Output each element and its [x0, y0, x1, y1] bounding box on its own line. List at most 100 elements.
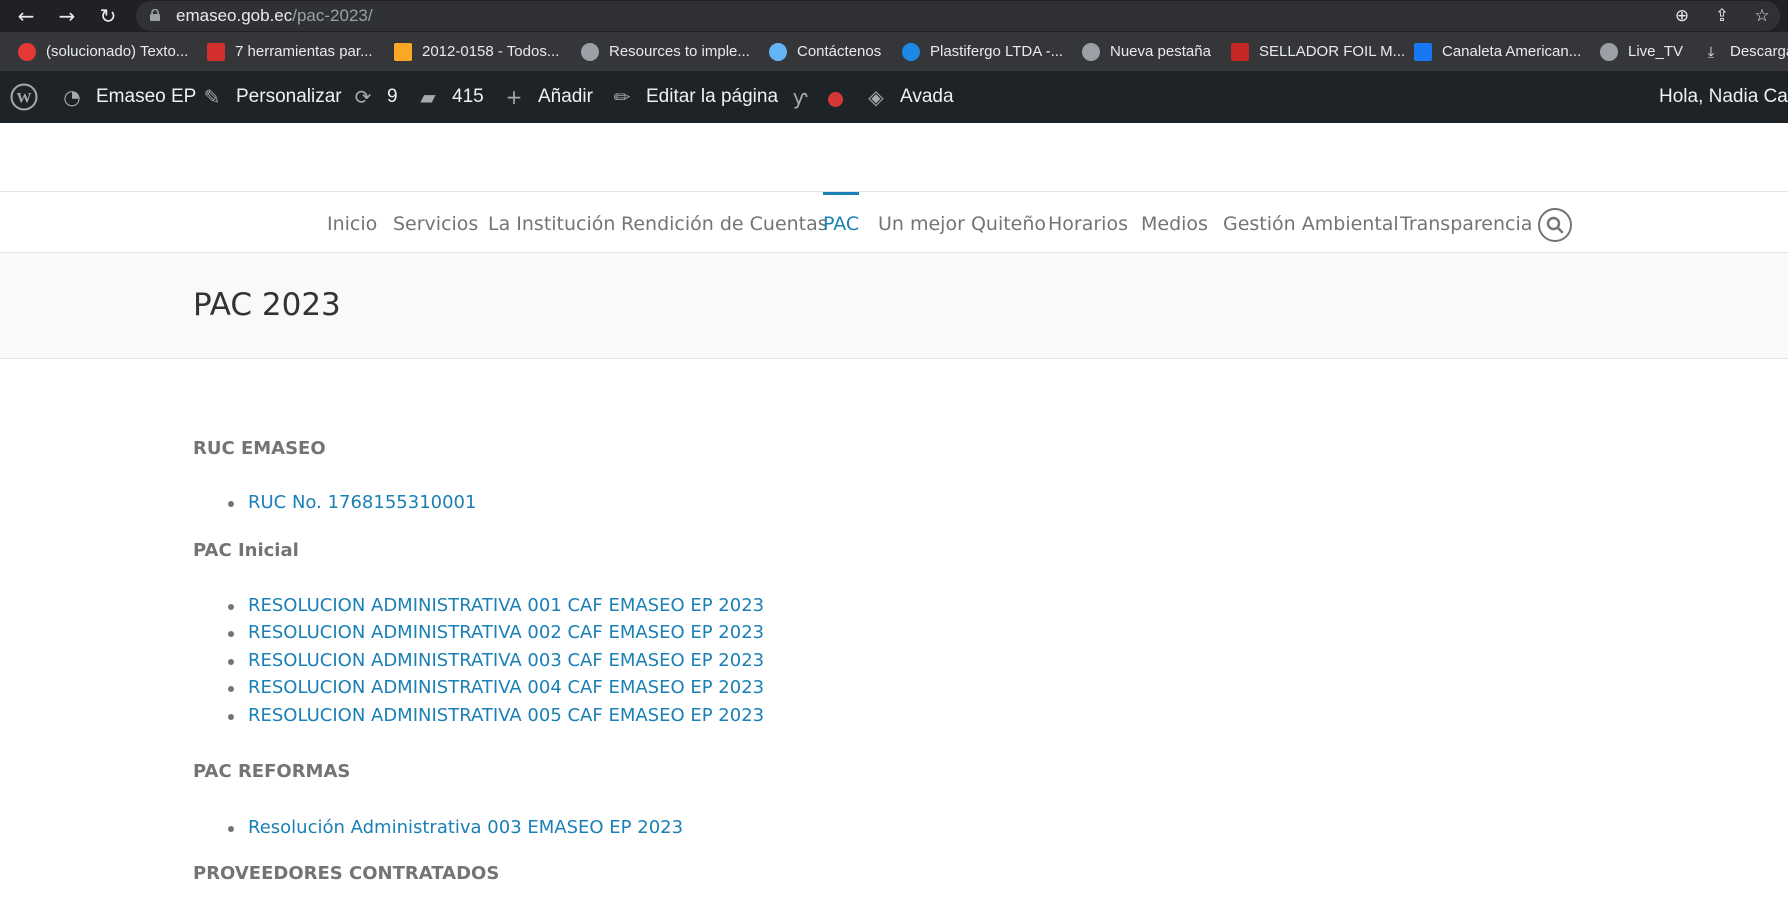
- bookmark-label: Plastifergo LTDA -...: [930, 43, 1064, 60]
- wp-add-new-label: Añadir: [538, 86, 593, 107]
- section-heading-proveedores: PROVEEDORES CONTRATADOS: [193, 863, 500, 884]
- updates-icon: ⟳: [354, 85, 372, 109]
- resolution-link[interactable]: RESOLUCION ADMINISTRATIVA 002 CAF EMASEO…: [248, 622, 764, 643]
- globe-icon: [1600, 42, 1618, 61]
- bookmark-label: 2012-0158 - Todos...: [422, 43, 560, 60]
- bookmark-label: Contáctenos: [797, 43, 882, 60]
- lock-icon: [150, 9, 160, 21]
- url-text: emaseo.gob.ec/pac-2023/: [176, 6, 373, 26]
- resolution-link[interactable]: RESOLUCION ADMINISTRATIVA 004 CAF EMASEO…: [248, 677, 764, 698]
- bookmark-item[interactable]: Nueva pestaña: [1082, 32, 1211, 71]
- yoast-seo-button[interactable]: ƴ: [788, 71, 812, 123]
- url-path: /pac-2023/: [292, 6, 373, 25]
- bullet: [228, 826, 234, 832]
- eye-icon: [902, 42, 920, 61]
- bullet: [228, 631, 234, 637]
- download-icon: ⤓: [1707, 42, 1715, 61]
- reload-icon[interactable]: ↻: [96, 4, 120, 28]
- back-arrow-icon[interactable]: ←: [14, 4, 38, 28]
- comment-bubble-icon: ▰: [420, 85, 436, 109]
- menu-item-horarios[interactable]: Horarios: [1048, 213, 1128, 235]
- wp-updates-button[interactable]: ⟳ 9: [351, 71, 398, 123]
- resolution-link[interactable]: RESOLUCION ADMINISTRATIVA 005 CAF EMASEO…: [248, 705, 764, 726]
- forward-arrow-icon[interactable]: →: [55, 4, 79, 28]
- menu-active-indicator: [823, 192, 859, 195]
- menu-item-la-institucion[interactable]: La Institución: [488, 213, 615, 235]
- wp-comments-button[interactable]: ▰ 415: [416, 71, 483, 123]
- site-icon: [769, 42, 787, 61]
- ruc-link[interactable]: RUC No. 1768155310001: [248, 492, 476, 513]
- bookmark-label: Nueva pestaña: [1110, 43, 1211, 60]
- yoast-icon: ƴ: [792, 85, 808, 109]
- reforma-link[interactable]: Resolución Administrativa 003 EMASEO EP …: [248, 817, 683, 838]
- wp-edit-page-label: Editar la página: [646, 86, 779, 107]
- wp-add-new-button[interactable]: + Añadir: [502, 71, 593, 123]
- bullet: [228, 501, 234, 507]
- url-host: emaseo.gob.ec: [176, 6, 293, 25]
- paintbrush-icon: ✎: [203, 85, 221, 109]
- bookmark-item[interactable]: (solucionado) Texto...: [18, 32, 188, 71]
- bookmark-star-icon[interactable]: ☆: [1752, 6, 1772, 26]
- zoom-icon[interactable]: ⊕: [1672, 6, 1692, 26]
- bookmark-label: Canaleta American...: [1442, 43, 1582, 60]
- browser-address-bar: ← → ↻ emaseo.gob.ec/pac-2023/ ⊕ ⇪ ☆: [0, 0, 1788, 32]
- page-title: PAC 2023: [193, 287, 341, 323]
- section-heading-pac-inicial: PAC Inicial: [193, 540, 299, 561]
- wp-logo-button[interactable]: W: [10, 71, 38, 123]
- menu-item-gestion-ambiental[interactable]: Gestión Ambiental: [1223, 213, 1399, 235]
- share-icon[interactable]: ⇪: [1712, 6, 1732, 26]
- page-icon: [18, 42, 36, 61]
- svg-text:W: W: [17, 91, 32, 107]
- section-heading-ruc: RUC EMASEO: [193, 438, 326, 459]
- bullet: [228, 604, 234, 610]
- menu-item-pac[interactable]: PAC: [823, 213, 859, 235]
- bullet: [228, 686, 234, 692]
- bullet: [228, 659, 234, 665]
- header-divider: [0, 191, 1788, 192]
- bookmark-item[interactable]: Contáctenos: [769, 32, 881, 71]
- wp-customize-button[interactable]: ✎ Personalizar: [200, 71, 342, 123]
- menu-item-un-mejor-quiteno[interactable]: Un mejor Quiteño: [878, 213, 1046, 235]
- wp-edit-page-button[interactable]: ✏ Editar la página: [610, 71, 778, 123]
- bookmark-item[interactable]: Resources to imple...: [581, 32, 750, 71]
- image-icon: [1231, 42, 1249, 61]
- bookmark-item[interactable]: Live_TV: [1600, 32, 1683, 71]
- site-search-button[interactable]: [1538, 208, 1572, 242]
- wp-site-name-button[interactable]: ◔ Emaseo EP: [60, 71, 196, 123]
- wp-account-menu[interactable]: Hola, Nadia Carr: [1659, 71, 1788, 123]
- bookmark-item[interactable]: Canaleta American...: [1414, 32, 1581, 71]
- ch-logo-icon: [207, 42, 225, 61]
- avada-layers-icon: ◈: [868, 85, 884, 109]
- bookmark-item[interactable]: Plastifergo LTDA -...: [902, 32, 1063, 71]
- bookmark-label: Descarga: [1730, 43, 1788, 60]
- menu-item-medios[interactable]: Medios: [1141, 213, 1208, 235]
- url-field[interactable]: [136, 1, 1780, 31]
- menu-item-inicio[interactable]: Inicio: [327, 213, 377, 235]
- search-icon: [1546, 216, 1564, 234]
- bookmarks-bar: (solucionado) Texto... 7 herramientas pa…: [0, 32, 1788, 71]
- wordpress-icon: W: [10, 83, 38, 111]
- bookmark-label: SELLADOR FOIL M...: [1259, 43, 1406, 60]
- wp-greeting: Hola, Nadia Carr: [1659, 86, 1788, 107]
- menu-item-transparencia[interactable]: Transparencia: [1400, 213, 1532, 235]
- seo-status-dot: [828, 92, 843, 107]
- bookmark-item[interactable]: ⤓ Descarga: [1702, 32, 1788, 71]
- dashboard-gauge-icon: ◔: [63, 85, 81, 109]
- pencil-icon: ✏: [613, 85, 631, 109]
- wp-avada-button[interactable]: ◈ Avada: [864, 71, 953, 123]
- facebook-icon: [1414, 42, 1432, 61]
- bookmark-item[interactable]: 7 herramientas par...: [207, 32, 373, 71]
- bookmark-label: 7 herramientas par...: [235, 43, 373, 60]
- bookmark-item[interactable]: 2012-0158 - Todos...: [394, 32, 559, 71]
- plus-icon: +: [505, 85, 523, 109]
- wp-updates-count: 9: [387, 86, 398, 107]
- globe-icon: [1082, 42, 1100, 61]
- bookmark-item[interactable]: SELLADOR FOIL M...: [1231, 32, 1405, 71]
- resolution-link[interactable]: RESOLUCION ADMINISTRATIVA 003 CAF EMASEO…: [248, 650, 764, 671]
- globe-icon: [581, 42, 599, 61]
- resolution-link[interactable]: RESOLUCION ADMINISTRATIVA 001 CAF EMASEO…: [248, 595, 764, 616]
- wp-site-name: Emaseo EP: [96, 86, 197, 107]
- menu-item-rendicion-de-cuentas[interactable]: Rendición de Cuentas: [621, 213, 828, 235]
- wp-admin-bar: W ◔ Emaseo EP ✎ Personalizar ⟳ 9 ▰ 415 + Añad…: [0, 71, 1788, 123]
- menu-item-servicios[interactable]: Servicios: [393, 213, 478, 235]
